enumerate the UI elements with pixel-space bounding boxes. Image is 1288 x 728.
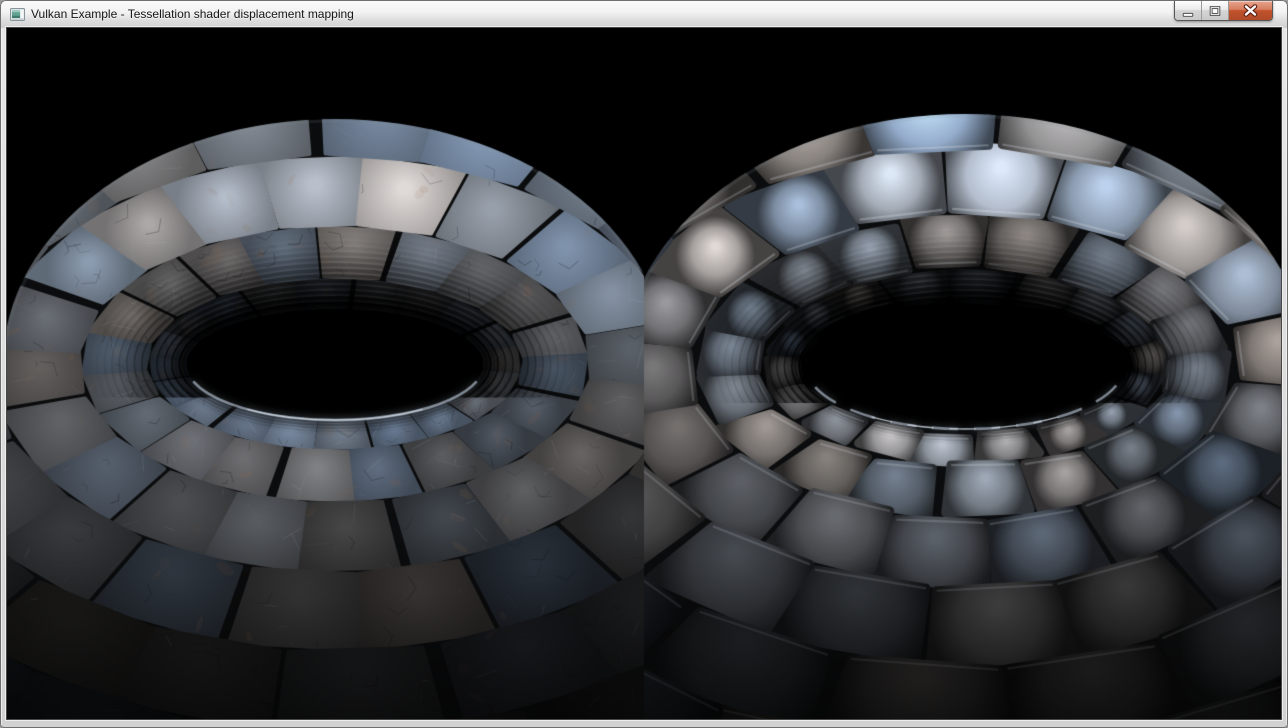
maximize-button[interactable] xyxy=(1202,1,1229,20)
maximize-icon xyxy=(1202,1,1228,21)
window-title: Vulkan Example - Tessellation shader dis… xyxy=(31,7,354,21)
close-icon xyxy=(1229,1,1272,21)
app-icon xyxy=(10,7,26,23)
close-button[interactable] xyxy=(1229,1,1272,20)
render-viewport[interactable] xyxy=(7,28,1281,719)
title-bar[interactable]: Vulkan Example - Tessellation shader dis… xyxy=(1,1,1287,28)
minimize-button[interactable] xyxy=(1175,1,1202,20)
vulkan-example-window: Vulkan Example - Tessellation shader dis… xyxy=(0,0,1288,728)
minimize-icon xyxy=(1175,1,1201,21)
viewport-frame xyxy=(7,28,1281,719)
caption-button-group xyxy=(1174,1,1273,21)
